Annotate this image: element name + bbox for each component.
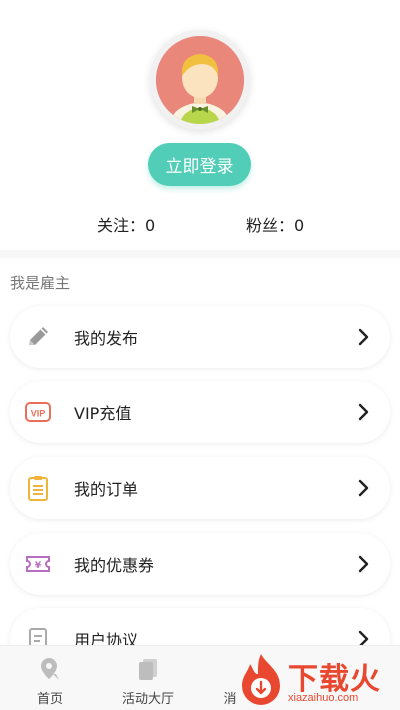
avatar[interactable] [150, 30, 250, 130]
menu-item-label: 我的订单 [74, 480, 139, 499]
menu-item-label: 我的优惠券 [74, 556, 155, 575]
follow-count[interactable]: 关注：0 [97, 212, 155, 236]
section-title: 我是雇主 [10, 274, 71, 292]
menu-item-my-orders[interactable]: 我的订单 [10, 457, 390, 519]
flame-logo-icon [242, 654, 280, 705]
tab-home[interactable]: 首页 [0, 646, 100, 710]
menu-item-vip-recharge[interactable]: VIP VIP充值 [10, 381, 390, 443]
chevron-right-icon [356, 403, 370, 421]
chevron-right-icon [356, 479, 370, 497]
menu-item-my-coupons[interactable]: ¥ 我的优惠券 [10, 533, 390, 595]
chevron-right-icon [356, 555, 370, 573]
fans-count[interactable]: 粉丝：0 [246, 212, 304, 236]
menu-item-my-posts[interactable]: 我的发布 [10, 306, 390, 368]
avatar-image [156, 36, 244, 124]
watermark-logo: 下载火 xiazaihuo.com [236, 652, 400, 710]
tab-label: 首页 [36, 692, 63, 707]
profile-header: 立即登录 关注：0 粉丝：0 [0, 0, 400, 250]
section-divider [0, 250, 400, 258]
pencil-icon [24, 323, 52, 351]
vip-icon: VIP [24, 398, 52, 426]
coupon-icon: ¥ [24, 550, 52, 578]
chevron-right-icon [356, 328, 370, 346]
menu-item-label: 我的发布 [74, 329, 139, 348]
svg-text:¥: ¥ [35, 561, 42, 571]
clipboard-icon [24, 474, 52, 502]
menu-item-label: VIP充值 [74, 404, 132, 423]
cards-icon [135, 656, 161, 682]
watermark-url: xiazaihuo.com [288, 692, 359, 704]
login-button[interactable]: 立即登录 [148, 143, 251, 186]
location-pin-icon [37, 656, 63, 682]
avatar-boy-icon [156, 36, 244, 124]
svg-text:VIP: VIP [31, 409, 46, 419]
